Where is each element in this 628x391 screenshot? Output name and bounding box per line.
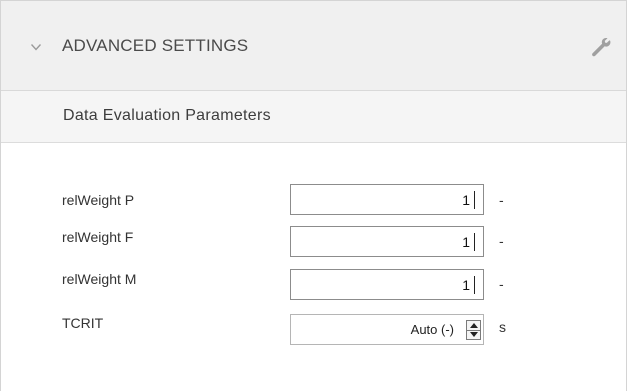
advanced-settings-panel: ADVANCED SETTINGS Data Evaluation Parame… [0, 0, 627, 391]
tcrit-value: Auto (-) [410, 322, 454, 337]
arrow-up-icon [469, 323, 478, 328]
wrench-icon[interactable] [589, 35, 613, 59]
tcrit-spinner[interactable] [466, 320, 481, 340]
relweight-f-label: relWeight F [62, 229, 134, 245]
relweight-m-unit: - [499, 276, 504, 292]
relweight-m-input[interactable]: 1 [290, 269, 484, 300]
relweight-m-label: relWeight M [62, 271, 137, 287]
relweight-p-input[interactable]: 1 [290, 184, 484, 215]
relweight-f-unit: - [499, 233, 504, 249]
tcrit-spinner-field[interactable]: Auto (-) [290, 314, 484, 345]
data-evaluation-section-header: Data Evaluation Parameters [1, 91, 626, 143]
tcrit-label: TCRIT [62, 315, 104, 331]
relweight-p-label: relWeight P [62, 192, 135, 208]
relweight-p-value: 1 [462, 192, 470, 208]
header-title: ADVANCED SETTINGS [62, 36, 249, 55]
spinner-down-button[interactable] [467, 330, 480, 339]
relweight-m-value: 1 [462, 277, 470, 293]
relweight-f-input[interactable]: 1 [290, 226, 484, 257]
relweight-f-value: 1 [462, 234, 470, 250]
chevron-down-icon[interactable] [31, 42, 41, 52]
text-caret [474, 276, 475, 294]
text-caret [474, 191, 475, 209]
arrow-down-icon [469, 332, 478, 337]
section-title: Data Evaluation Parameters [63, 107, 271, 124]
advanced-settings-header[interactable]: ADVANCED SETTINGS [1, 1, 626, 91]
text-caret [474, 233, 475, 251]
tcrit-unit: s [499, 319, 506, 335]
relweight-p-unit: - [499, 192, 504, 208]
